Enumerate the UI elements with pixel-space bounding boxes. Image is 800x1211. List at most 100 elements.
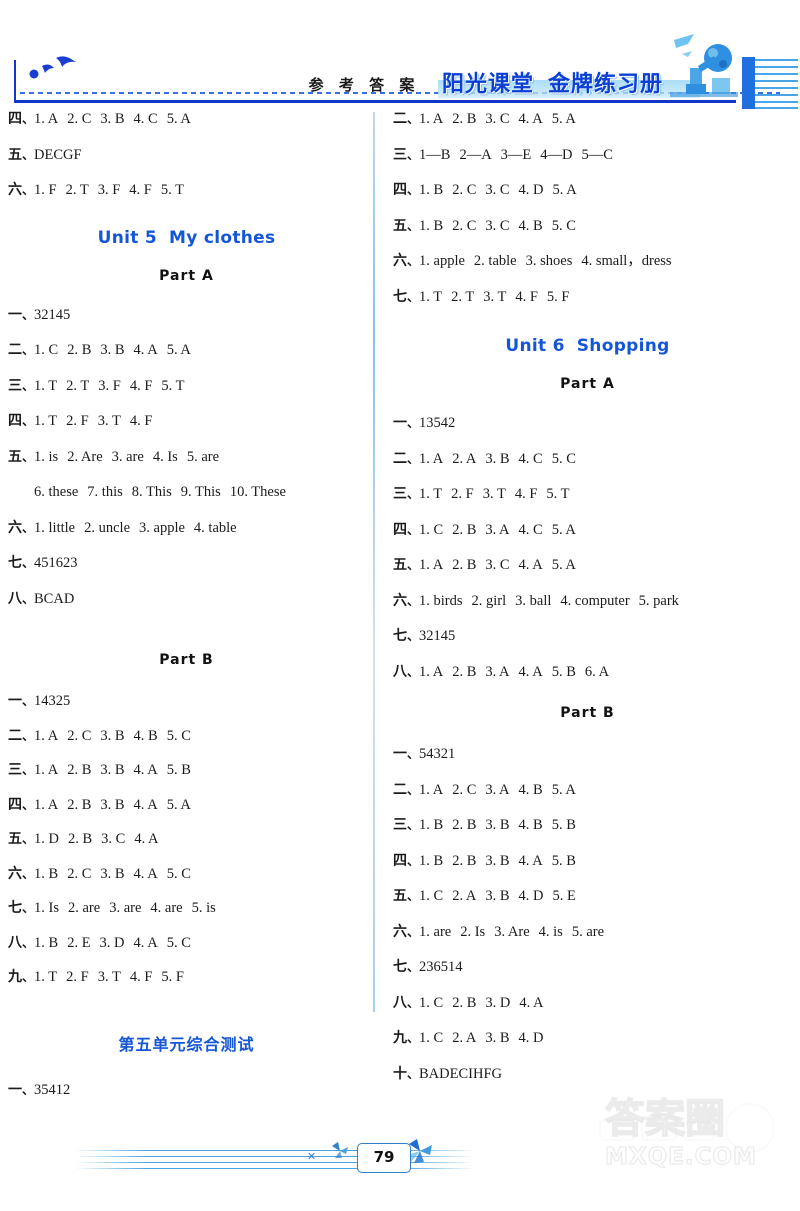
answer-item: 35412 [34,1081,71,1098]
answer-row: 二、1. A 2. C 3. B 4. B 5. C [0,727,373,744]
answer-item: 1. T [419,486,443,502]
answer-row-number: 一 [393,746,407,762]
answer-row: 四、1. C 2. B 3. A 4. C 5. A [375,522,800,538]
answer-item: 5. F [161,969,184,985]
answer-item: 4. F [129,969,153,985]
answer-row-number: 二 [8,342,22,358]
answer-item: 54321 [419,746,456,762]
answer-row-separator: 、 [407,889,420,903]
answer-item: 5. C [166,727,191,744]
answer-row: 六、1. are 2. Is 3. Are 4. is 5. are [375,923,800,940]
answer-item: 2. A [452,450,477,467]
unit5-heading: Unit 5 My clothes [0,228,373,248]
answer-item: 5. T [160,182,184,198]
answer-row: 五、1. is 2. Are 3. are 4. Is 5. are [0,449,373,465]
answer-item: 2—A [459,146,492,163]
answer-row-separator: 、 [22,343,35,357]
answer-item: 2. Is [460,923,486,940]
answer-item: 3. F [98,377,121,394]
answer-item: 2. T [66,377,90,394]
unit6-label: Unit 6 [505,336,565,356]
unit6-partA-heading: Part A [560,376,615,392]
answer-item: 1. Is [34,900,59,916]
right-top-answer-list: 二、1. A 2. B 3. C 4. A 5. A 三、1—B 2—A 3—E 4—D 5—C 四… [375,112,800,304]
answer-item: 1. A [34,762,59,778]
answer-row-separator: 、 [22,147,35,162]
answer-row-number: 十 [393,1065,407,1082]
answer-item: 2. B [452,557,477,573]
page-number: 79 [357,1143,411,1173]
unit5-partB-answer-list: 一、14325 二、1. A 2. C 3. B 4. B 5. C 三、1. A 2. B3… [0,694,373,985]
answer-item: 1. T [34,969,58,985]
unit5-test-answer-list: 一、35412 [0,1081,373,1098]
answer-row: 五、1. C 2. A 3. B 4. D 5. E [375,889,800,904]
answer-item: 4. A [518,557,543,573]
answer-item: 2. F [451,486,474,502]
answer-item: 9. This [180,484,221,500]
answer-row-separator: 、 [407,451,420,466]
answer-item: 3. apple [139,519,185,536]
answer-item: 1. C [419,1030,444,1046]
answer-item: 4. F [129,182,152,198]
answer-item: 4. D [518,888,544,904]
unit5-label: Unit 5 [97,227,158,248]
answer-item: 5—C [581,146,613,163]
answer-row-separator: 、 [407,853,420,868]
answer-row: 三、1. T 2. T 3. F 4. F 5. T [0,377,373,394]
answer-item: 1. A [34,796,59,813]
answer-item: 5. A [166,342,191,358]
answer-row-number: 七 [393,959,407,975]
answer-item: 3. Are [494,923,530,940]
answer-row-number: 二 [393,111,407,127]
answer-item: 2. B [67,796,92,813]
answer-item: 1. apple [419,253,465,269]
answer-row-number: 五 [393,888,407,904]
brand-part-1: 阳光课堂 [442,72,535,97]
answer-item: 4. F [515,288,538,305]
answer-item: 5. A [552,182,577,198]
answer-item: 5. A [551,557,576,573]
answer-row-separator: 、 [407,522,420,537]
answer-item: 1. A [419,557,444,573]
answer-row-number: 七 [8,900,22,916]
answer-item: 1. B [419,182,444,198]
answer-row: 八、1. A 2. B 3. A 4. A 5. B 6. A [375,663,800,680]
answer-item: 2. B [67,342,92,358]
answer-row-number: 三 [393,486,407,502]
answer-row-separator: 、 [407,487,420,501]
answer-row-separator: 、 [22,728,35,743]
answer-item: 2. T [65,182,89,198]
answer-row-number: 六 [393,923,407,940]
answer-item: 3. T [97,413,121,429]
answer-item: 3. shoes [525,253,573,269]
answer-row-number: 三 [8,377,22,394]
answer-item: 1. T [34,377,58,394]
answer-row-separator: 、 [407,218,420,233]
answer-row: 二、1. A 2. A 3. B 4. C 5. C [375,450,800,467]
answer-row-separator: 、 [22,112,35,126]
answer-item: 1. C [419,888,444,904]
answer-row-number: 三 [393,817,407,833]
answer-item: 4. F [129,377,153,394]
answer-item: 4. are [150,900,183,916]
answer-row-separator: 、 [22,1082,35,1097]
answer-row-number: 四 [393,852,407,869]
answer-item: 2. girl [471,592,507,609]
answer-item: 3. B [100,342,125,358]
answer-item: 4. F [129,413,153,429]
answer-item: 2. C [452,217,477,234]
answer-item: 1. A [419,663,444,680]
answer-row-number: 三 [393,146,407,163]
answer-row: 三、1—B 2—A 3—E 4—D 5—C [375,146,800,163]
answer-row-number: 七 [393,288,407,305]
header-baseline [14,100,736,103]
answer-row-separator: 、 [407,416,420,430]
answer-row: 五、1. A 2. B 3. C 4. A 5. A [375,558,800,573]
answer-row: 六、1. birds 2. girl 3. ball 4. computer 5. pa… [375,592,800,609]
answer-item: 1. D [34,831,59,847]
answer-item: 5. A [166,796,191,813]
answer-item: 2. F [66,969,89,985]
answer-row-separator: 、 [407,782,420,797]
answer-row-separator: 、 [407,818,420,832]
answer-item: 4. A [134,831,159,847]
